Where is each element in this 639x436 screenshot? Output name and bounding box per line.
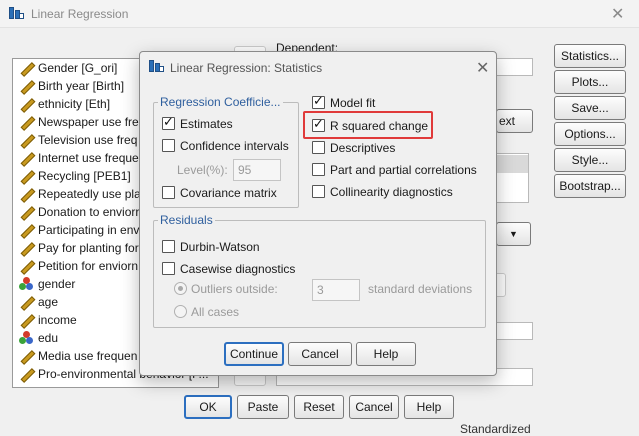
scale-icon [19, 241, 33, 255]
variable-label: Repeatedly use pla [38, 187, 141, 201]
variable-label: Media use frequen [38, 349, 138, 363]
variable-label: income [38, 313, 77, 327]
casewise-diagnostics-checkbox[interactable] [162, 262, 175, 275]
highlight-box [303, 111, 433, 139]
plots-button[interactable]: Plots... [554, 70, 626, 94]
save-button[interactable]: Save... [554, 96, 626, 120]
part-partial-correlations-checkbox[interactable] [312, 163, 325, 176]
model-fit-checkbox[interactable] [312, 94, 325, 109]
outliers-outside-radio[interactable] [174, 282, 187, 295]
residuals-legend: Residuals [158, 213, 215, 227]
variable-label: Gender [G_ori] [38, 61, 118, 75]
scale-icon [19, 115, 33, 129]
scale-icon [19, 97, 33, 111]
variable-label: Petition for enviorn [38, 259, 139, 273]
variable-label: gender [38, 277, 76, 291]
estimates-checkbox[interactable] [162, 115, 175, 130]
part-partial-correlations-label[interactable]: Part and partial correlations [330, 163, 477, 177]
variable-label: ethnicity [Eth] [38, 97, 111, 111]
variable-label: Participating in env [38, 223, 140, 237]
standard-deviations-label: standard deviations [368, 282, 473, 296]
standardized-label: Standardized [460, 422, 531, 436]
durbin-watson-label[interactable]: Durbin-Watson [180, 240, 260, 254]
scale-icon [19, 205, 33, 219]
outliers-input[interactable]: 3 [312, 279, 360, 301]
statistics-button[interactable]: Statistics... [554, 44, 626, 68]
covariance-matrix-checkbox[interactable] [162, 186, 175, 199]
scale-icon [19, 169, 33, 183]
nominal-icon [19, 277, 33, 291]
scale-icon [19, 295, 33, 309]
dialog-cancel-button[interactable]: Cancel [288, 342, 352, 366]
covariance-matrix-label[interactable]: Covariance matrix [180, 186, 277, 200]
durbin-watson-checkbox[interactable] [162, 240, 175, 253]
scale-icon [19, 61, 33, 75]
estimates-label[interactable]: Estimates [180, 117, 233, 131]
reset-button[interactable]: Reset [294, 395, 344, 419]
cancel-button[interactable]: Cancel [349, 395, 399, 419]
collinearity-diagnostics-checkbox[interactable] [312, 185, 325, 198]
chevron-down-icon: ▼ [509, 229, 518, 239]
dialog-help-button[interactable]: Help [356, 342, 416, 366]
style-button[interactable]: Style... [554, 148, 626, 172]
all-cases-radio[interactable] [174, 305, 187, 318]
level-input[interactable]: 95 [233, 159, 281, 181]
paste-button[interactable]: Paste [237, 395, 289, 419]
model-fit-label[interactable]: Model fit [330, 96, 375, 110]
variable-label: Donation to enviorr [38, 205, 140, 219]
scale-icon [19, 151, 33, 165]
method-dropdown[interactable]: ▼ [496, 222, 531, 246]
scale-icon [19, 259, 33, 273]
bootstrap-button[interactable]: Bootstrap... [554, 174, 626, 198]
nominal-icon [19, 331, 33, 345]
scale-icon [19, 133, 33, 147]
dialog-close-icon[interactable]: ✕ [476, 58, 489, 78]
variable-label: edu [38, 331, 59, 345]
help-button[interactable]: Help [404, 395, 454, 419]
dependent-field[interactable] [496, 58, 533, 76]
scale-icon [19, 313, 33, 327]
variable-label: Television use freq [38, 133, 138, 147]
variable-label: Birth year [Birth] [38, 79, 125, 93]
variable-label: Internet use freque [38, 151, 139, 165]
outliers-outside-label: Outliers outside: [191, 282, 278, 296]
regression-coefficients-legend: Regression Coefficie... [158, 95, 283, 109]
ok-button[interactable]: OK [184, 395, 232, 419]
variable-label: Newspaper use freq [38, 115, 146, 129]
outer-window-title: Linear Regression [31, 7, 129, 21]
descriptives-label[interactable]: Descriptives [330, 141, 395, 155]
scale-icon [19, 367, 33, 381]
outer-close-icon[interactable]: ✕ [611, 4, 624, 24]
scale-icon [19, 79, 33, 93]
statistics-dialog: Linear Regression: Statistics ✕ Regressi… [139, 51, 497, 376]
variable-label: Recycling [PEB1] [38, 169, 131, 183]
collinearity-diagnostics-label[interactable]: Collinearity diagnostics [330, 185, 453, 199]
options-button[interactable]: Options... [554, 122, 626, 146]
scale-icon [19, 187, 33, 201]
variable-label: Pay for planting for [38, 241, 139, 255]
case-labels-field[interactable] [496, 322, 533, 340]
all-cases-label: All cases [191, 305, 240, 319]
spss-app-icon [9, 7, 25, 21]
outer-window-titlebar: Linear Regression ✕ [0, 0, 639, 28]
dialog-title: Linear Regression: Statistics [170, 61, 323, 75]
spss-app-icon [149, 60, 165, 74]
next-button[interactable]: ext [496, 109, 533, 133]
variable-label: age [38, 295, 59, 309]
dialog-titlebar: Linear Regression: Statistics ✕ [140, 52, 496, 82]
independents-selected-row [497, 155, 528, 173]
confidence-intervals-checkbox[interactable] [162, 139, 175, 152]
scale-icon [19, 223, 33, 237]
casewise-diagnostics-label[interactable]: Casewise diagnostics [180, 262, 295, 276]
continue-button[interactable]: Continue [224, 342, 284, 366]
confidence-intervals-label[interactable]: Confidence intervals [180, 139, 289, 153]
level-label: Level(%): [177, 163, 228, 177]
descriptives-checkbox[interactable] [312, 141, 325, 154]
scale-icon [19, 349, 33, 363]
